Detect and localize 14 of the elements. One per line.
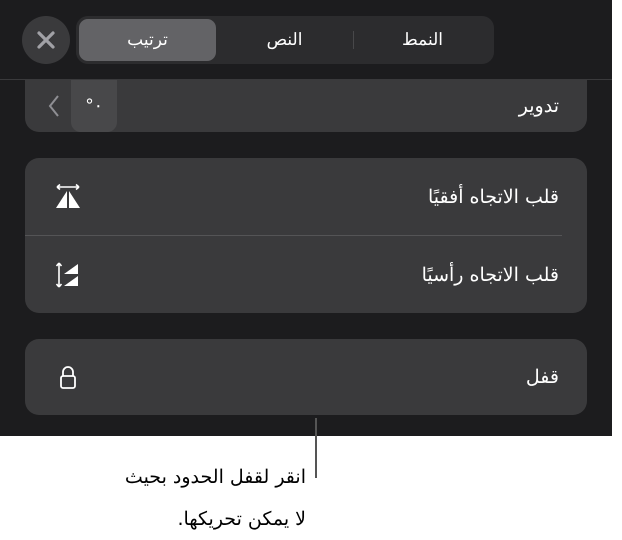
row-label: تدوير: [517, 95, 559, 117]
flip-option[interactable]: قلب الاتجاه رأسيًا: [83, 264, 559, 286]
leader-line: [315, 418, 316, 478]
tab[interactable]: النص: [216, 18, 353, 60]
close-button[interactable]: [22, 16, 70, 64]
angle-field[interactable]: ٠°: [71, 80, 117, 132]
callout-text: انقر لقفل الحدود بحيث لا يمكن تحريكها.: [124, 465, 306, 532]
row-label: قفل: [524, 366, 559, 388]
lock-row[interactable]: قفل: [25, 339, 587, 415]
flip-option[interactable]: قلب الاتجاه أفقيًا: [83, 186, 559, 208]
tab[interactable]: النمط: [354, 18, 491, 60]
chevron-left-icon[interactable]: [47, 94, 61, 118]
close-icon: [36, 30, 56, 50]
tab[interactable]: ترتيب: [79, 18, 216, 60]
